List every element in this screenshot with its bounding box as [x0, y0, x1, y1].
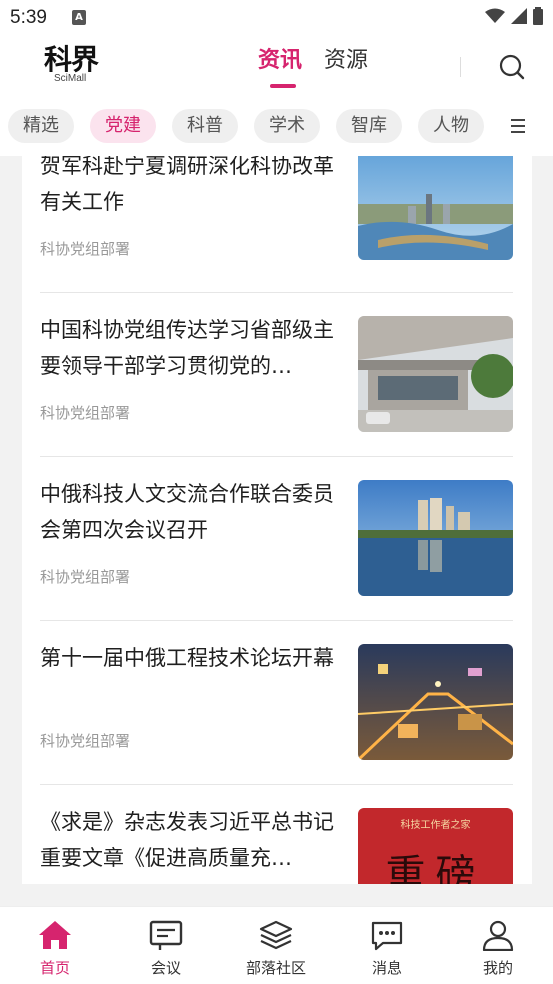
- signal-icon: [511, 8, 527, 24]
- list-divider: [40, 620, 513, 621]
- home-icon: [39, 921, 71, 949]
- status-icons: [485, 7, 543, 25]
- news-item[interactable]: 《求是》杂志发表习近平总书记重要文章《促进高质量充… 科技工作者之家 重磅: [40, 804, 513, 884]
- nav-label: 消息: [371, 959, 402, 977]
- logo-main-text: 科界: [44, 43, 99, 76]
- nav-meeting[interactable]: 会议: [116, 919, 216, 978]
- category-bar: 精选 党建 科普 学术 智库 人物: [0, 98, 553, 156]
- news-thumbnail: [358, 156, 513, 260]
- chip-think-tank[interactable]: 智库: [336, 109, 402, 143]
- search-button[interactable]: [498, 53, 526, 81]
- chip-party-building[interactable]: 党建: [90, 109, 156, 143]
- header-divider: [460, 57, 461, 77]
- app-logo: 科界 SciMall: [44, 43, 114, 85]
- status-bar: 5:39 A: [0, 0, 553, 38]
- chip-popular-science[interactable]: 科普: [172, 109, 238, 143]
- tab-resources[interactable]: 资源: [324, 46, 368, 90]
- nav-label: 首页: [39, 959, 70, 977]
- nav-label: 会议: [150, 959, 181, 977]
- thumbnail-headline: 重磅: [385, 852, 486, 884]
- news-item[interactable]: 中国科协党组传达学习省部级主要领导干部学习贯彻党的… 科协党组部署: [40, 312, 513, 476]
- status-time: 5:39: [10, 7, 47, 28]
- nav-messages[interactable]: 消息: [337, 919, 437, 978]
- nav-label: 部落社区: [245, 959, 306, 977]
- chip-featured[interactable]: 精选: [8, 109, 74, 143]
- news-source: 科协党组部署: [40, 404, 131, 422]
- main-tabs: 资讯 资源: [258, 46, 368, 90]
- logo-sub-text: SciMall: [54, 73, 87, 84]
- app-header: 科界 SciMall 资讯 资源: [0, 38, 553, 98]
- news-thumbnail: [358, 316, 513, 432]
- category-chips: 精选 党建 科普 学术 智库 人物: [8, 109, 484, 143]
- nav-community[interactable]: 部落社区: [226, 919, 326, 978]
- news-title: 贺军科赴宁夏调研深化科协改革有关工作: [40, 156, 334, 214]
- nav-profile[interactable]: 我的: [448, 919, 548, 978]
- menu-icon: [511, 119, 525, 133]
- list-divider: [40, 456, 513, 457]
- list-divider: [40, 784, 513, 785]
- thumbnail-caption: 科技工作者之家: [400, 820, 471, 831]
- news-source: 科协党组部署: [40, 240, 131, 258]
- news-thumbnail: [358, 480, 513, 596]
- news-item[interactable]: 第十一届中俄工程技术论坛开幕 科协党组部署: [40, 640, 513, 804]
- news-source: 科协党组部署: [40, 732, 131, 750]
- nav-label: 我的: [482, 959, 513, 977]
- news-title: 《求是》杂志发表习近平总书记重要文章《促进高质量充…: [40, 810, 334, 870]
- category-menu-button[interactable]: [491, 98, 553, 156]
- news-source: 科协党组部署: [40, 568, 131, 586]
- bottom-nav: 首页 会议 部落社区 消息 我的: [0, 906, 553, 984]
- profile-icon: [482, 920, 514, 951]
- news-item[interactable]: 贺军科赴宁夏调研深化科协改革有关工作 科协党组部署: [40, 156, 513, 312]
- news-item[interactable]: 中俄科技人文交流合作联合委员会第四次会议召开 科协党组部署: [40, 476, 513, 640]
- tab-news[interactable]: 资讯: [258, 46, 302, 90]
- news-list: 贺军科赴宁夏调研深化科协改革有关工作 科协党组部署 中国科协党组传达学习省部级主…: [22, 156, 532, 884]
- nav-home[interactable]: 首页: [5, 919, 105, 978]
- news-thumbnail: 科技工作者之家 重磅: [358, 808, 513, 884]
- search-icon: [499, 54, 525, 80]
- battery-icon: [533, 7, 543, 25]
- layers-icon: [259, 920, 293, 950]
- news-title: 中俄科技人文交流合作联合委员会第四次会议召开: [40, 482, 334, 542]
- news-title: 中国科协党组传达学习省部级主要领导干部学习贯彻党的…: [40, 318, 334, 378]
- news-title: 第十一届中俄工程技术论坛开幕: [40, 646, 334, 670]
- list-divider: [40, 292, 513, 293]
- chip-academic[interactable]: 学术: [254, 109, 320, 143]
- notification-icon: A: [72, 10, 86, 25]
- chip-people[interactable]: 人物: [418, 109, 484, 143]
- message-icon: [371, 921, 403, 951]
- meeting-icon: [149, 920, 183, 950]
- wifi-icon: [485, 8, 505, 23]
- news-thumbnail: [358, 644, 513, 760]
